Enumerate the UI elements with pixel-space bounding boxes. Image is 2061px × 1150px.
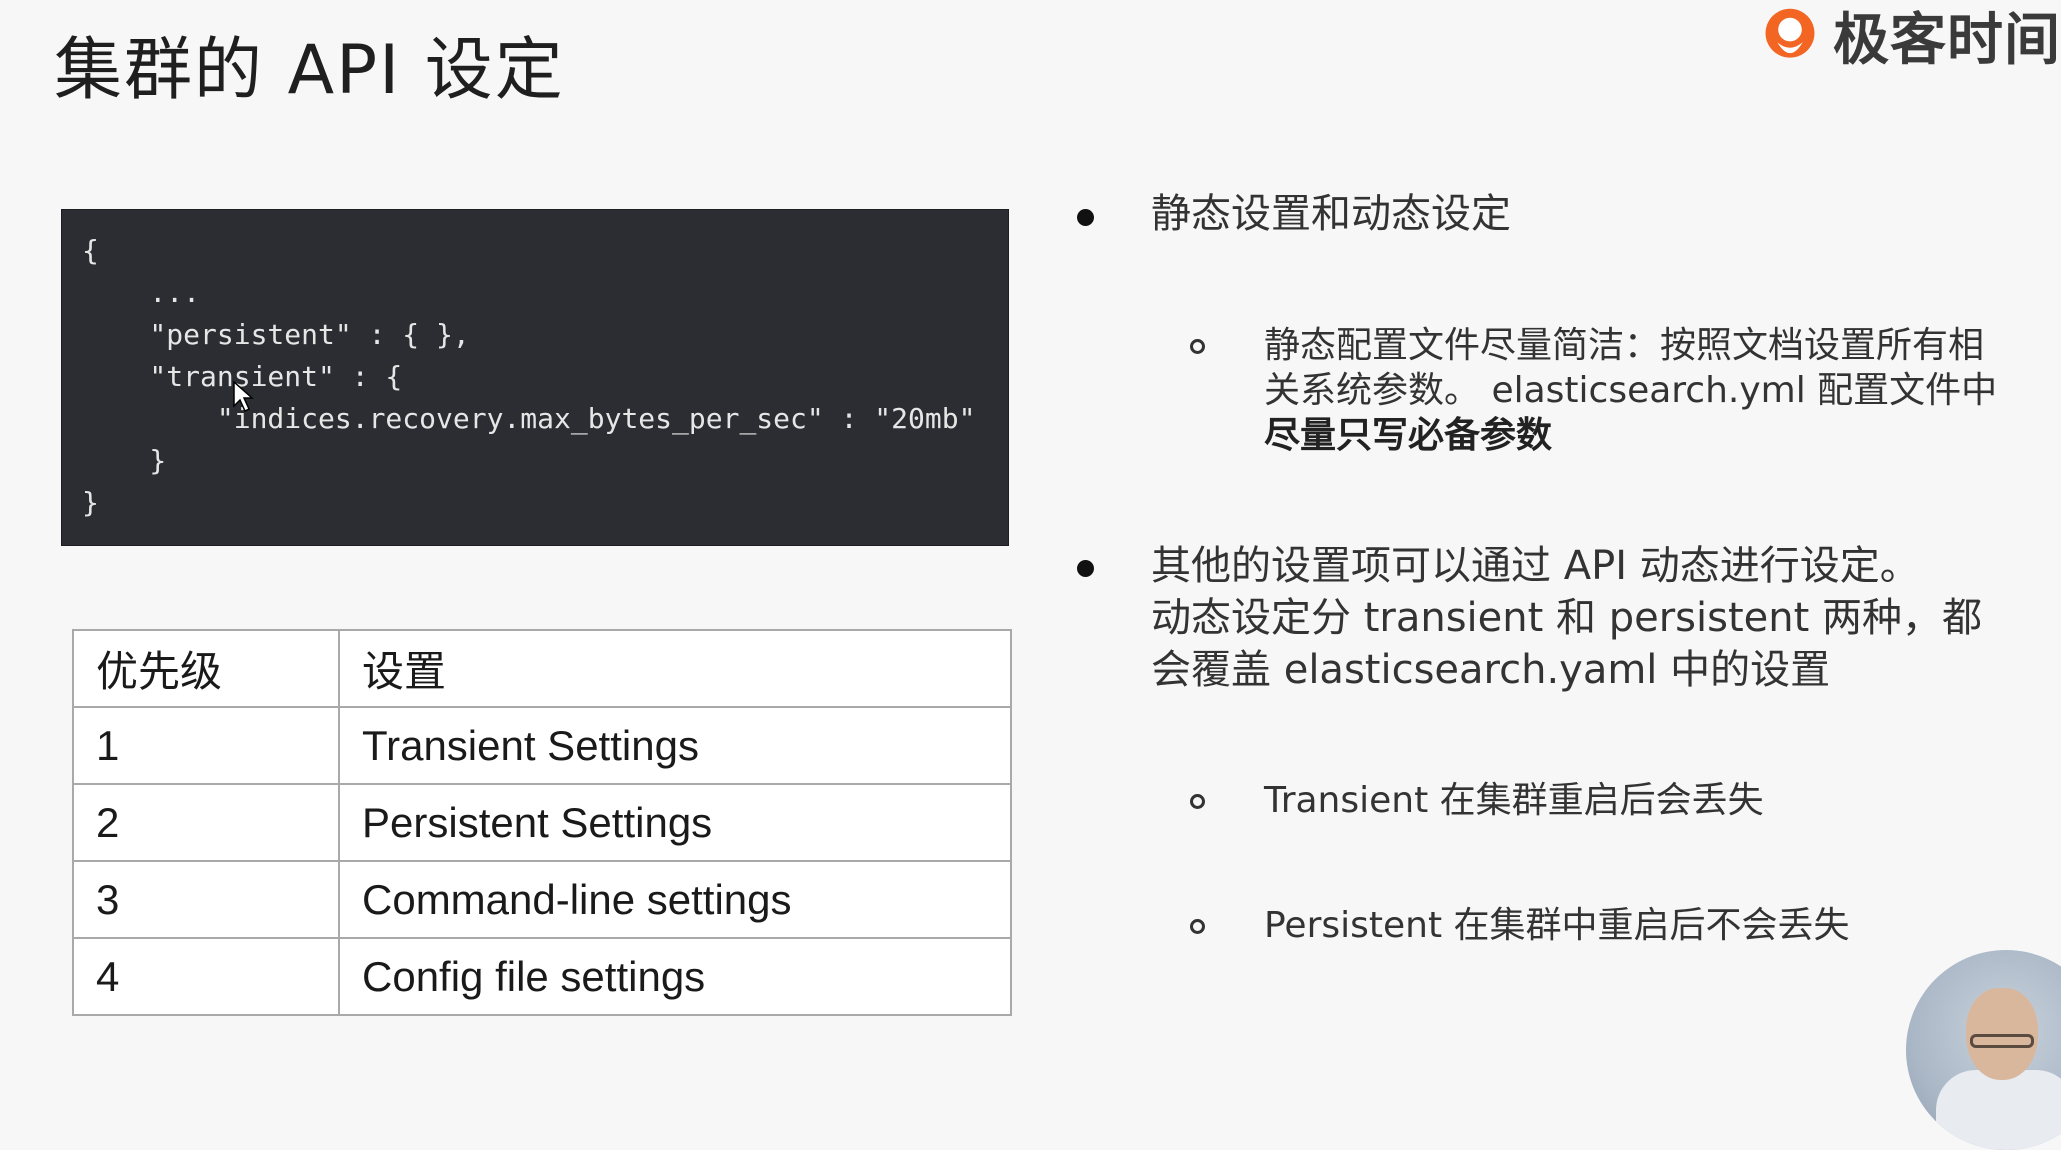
avatar-glasses-icon bbox=[1970, 1034, 2034, 1048]
brand-name: 极客时间 bbox=[1833, 7, 2061, 71]
table-cell-priority: 2 bbox=[72, 783, 340, 862]
bullet-persistent-kept: Persistent 在集群中重启后不会丢失 bbox=[1264, 905, 1850, 946]
table-header-setting: 设置 bbox=[338, 629, 1012, 708]
code-line: ... bbox=[82, 276, 201, 309]
table-row: 3 Command-line settings bbox=[72, 860, 1012, 939]
table-row: 1 Transient Settings bbox=[72, 706, 1012, 785]
table-cell-priority: 4 bbox=[72, 937, 340, 1016]
table-row: 4 Config file settings bbox=[72, 937, 1012, 1016]
avatar-shirt bbox=[1936, 1070, 2061, 1150]
code-line: "persistent" : { }, bbox=[82, 318, 470, 351]
bullet-dynamic-line3: 会覆盖 elasticsearch.yaml 中的设置 bbox=[1151, 647, 1831, 693]
cursor-icon bbox=[233, 380, 254, 413]
code-line: } bbox=[82, 486, 99, 519]
bullet-circle-icon bbox=[1190, 794, 1205, 809]
table-header-row: 优先级 设置 bbox=[72, 629, 1012, 708]
table-cell-priority: 1 bbox=[72, 706, 340, 785]
code-line: } bbox=[82, 444, 167, 477]
bullet-circle-icon bbox=[1190, 339, 1205, 354]
table-cell-setting: Config file settings bbox=[338, 937, 1012, 1016]
bullet-static-dynamic: 静态设置和动态设定 bbox=[1151, 191, 1511, 237]
code-block: { ... "persistent" : { }, "transient" : … bbox=[61, 209, 1009, 546]
bullet-dynamic-line2: 动态设定分 transient 和 persistent 两种，都 bbox=[1151, 595, 1983, 641]
bullet-static-config-line2: 关系统参数。 elasticsearch.yml 配置文件中 bbox=[1264, 370, 1998, 411]
bullet-static-config-line1: 静态配置文件尽量简洁：按照文档设置所有相 bbox=[1264, 325, 1985, 366]
table-cell-setting: Persistent Settings bbox=[338, 783, 1012, 862]
bullet-dot-icon bbox=[1077, 209, 1094, 226]
table-cell-setting: Transient Settings bbox=[338, 706, 1012, 785]
bullet-transient-lost: Transient 在集群重启后会丢失 bbox=[1264, 780, 1764, 821]
table-cell-priority: 3 bbox=[72, 860, 340, 939]
code-line: { bbox=[82, 234, 99, 267]
table-row: 2 Persistent Settings bbox=[72, 783, 1012, 862]
bullet-dynamic-line1: 其他的设置项可以通过 API 动态进行设定。 bbox=[1151, 543, 1920, 589]
bullet-dot-icon bbox=[1077, 560, 1094, 577]
bullet-static-config-line3: 尽量只写必备参数 bbox=[1264, 415, 1553, 456]
bullet-circle-icon bbox=[1190, 919, 1205, 934]
table-header-priority: 优先级 bbox=[72, 629, 340, 708]
presenter-video-avatar bbox=[1906, 950, 2061, 1150]
table-cell-setting: Command-line settings bbox=[338, 860, 1012, 939]
brand: 极客时间 bbox=[1761, 0, 2061, 70]
slide-title: 集群的 API 设定 bbox=[54, 31, 565, 110]
settings-priority-table: 优先级 设置 1 Transient Settings 2 Persistent… bbox=[72, 629, 1012, 1016]
geektime-logo-icon bbox=[1765, 8, 1815, 58]
code-line: "indices.recovery.max_bytes_per_sec" : "… bbox=[82, 402, 976, 435]
